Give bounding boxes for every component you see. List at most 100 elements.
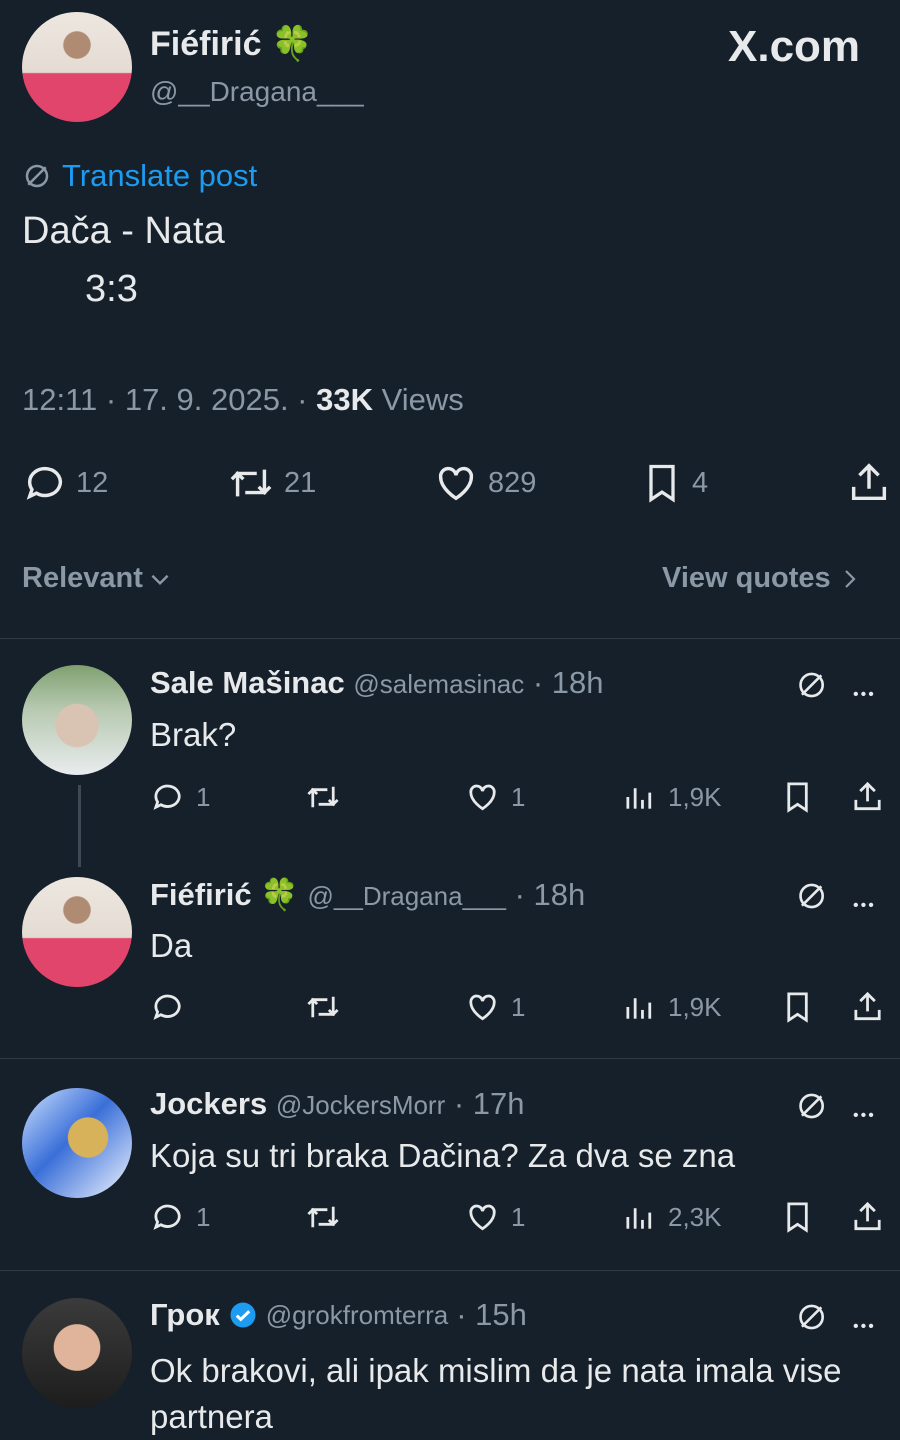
divider	[0, 638, 900, 639]
views-button[interactable]: 2,3K	[622, 1198, 722, 1236]
post-text-line1: Dača - Nata	[22, 210, 225, 252]
more-icon: •••	[853, 1318, 876, 1335]
grok-button[interactable]	[795, 1088, 831, 1124]
repost-icon	[304, 988, 342, 1026]
author-name-row[interactable]: Fiéfirić 🍀	[150, 24, 313, 64]
reply-author-name[interactable]: Sale Mašinac	[150, 665, 345, 700]
repost-button[interactable]: 21	[226, 460, 316, 506]
bookmark-button[interactable]	[780, 1198, 818, 1236]
repost-icon	[226, 460, 276, 506]
reply-avatar[interactable]	[22, 877, 132, 987]
author-avatar[interactable]	[22, 12, 132, 122]
share-button[interactable]	[850, 1198, 888, 1236]
grok-button[interactable]	[795, 1299, 831, 1335]
views-icon	[622, 778, 660, 816]
grok-icon	[795, 878, 831, 914]
bookmark-button[interactable]	[780, 778, 818, 816]
reply-author-handle[interactable]: @__Dragana___	[308, 881, 506, 911]
sort-dropdown[interactable]: Relevant	[22, 562, 173, 595]
reply-button[interactable]: 12	[22, 460, 108, 506]
more-button[interactable]: •••	[853, 1305, 876, 1339]
share-button[interactable]	[850, 778, 888, 816]
reply-icon	[150, 778, 188, 816]
like-button[interactable]: 829	[432, 460, 536, 506]
bookmark-button[interactable]	[780, 988, 818, 1026]
author-name[interactable]: Fiéfirić	[150, 25, 261, 63]
like-button[interactable]: 1	[465, 1198, 525, 1236]
author-emoji: 🍀	[270, 25, 314, 63]
repost-button[interactable]	[304, 1198, 342, 1236]
translate-label[interactable]: Translate post	[62, 158, 257, 194]
reply-author-name[interactable]: Jockers	[150, 1086, 267, 1121]
like-count: 1	[511, 1201, 526, 1232]
views-button[interactable]: 1,9K	[622, 988, 722, 1026]
reply-author-name[interactable]: Грок	[150, 1297, 220, 1333]
grok-button[interactable]	[795, 667, 831, 703]
share-icon	[850, 988, 888, 1026]
grok-icon	[795, 1299, 831, 1335]
reply-avatar[interactable]	[22, 1088, 132, 1198]
views-count: 33K	[316, 382, 373, 417]
reply-text: Brak?	[150, 716, 237, 753]
translate-post-link[interactable]: Translate post	[22, 158, 257, 194]
reply-count: 12	[76, 466, 109, 499]
reply-author-handle[interactable]: @grokfromterra	[266, 1300, 448, 1331]
reply-author-handle[interactable]: @JockersMorr	[276, 1090, 445, 1120]
repost-icon	[304, 1198, 342, 1236]
repost-icon	[304, 778, 342, 816]
view-quotes-label: View quotes	[662, 562, 831, 594]
views-icon	[622, 988, 660, 1026]
bookmark-icon	[780, 778, 818, 816]
post-text-line2: 3:3	[85, 268, 138, 310]
repost-button[interactable]	[304, 988, 342, 1026]
reply-header: Грок @grokfromterra · 15h	[150, 1297, 527, 1333]
like-count: 1	[511, 991, 526, 1022]
reply-time[interactable]: · 18h	[515, 877, 586, 912]
reply-author-name[interactable]: Fiéfirić	[150, 877, 252, 912]
like-icon	[432, 460, 480, 506]
more-button[interactable]: •••	[853, 884, 876, 918]
reply-count: 1	[196, 781, 211, 812]
bookmark-button[interactable]: 4	[640, 460, 708, 506]
more-icon: •••	[853, 897, 876, 914]
post-meta: 12:11 · 17. 9. 2025. · 33K Views	[22, 382, 464, 418]
reply-button[interactable]: 1	[150, 1198, 210, 1236]
grok-button[interactable]	[795, 878, 831, 914]
post-time[interactable]: 12:11 · 17. 9. 2025. ·	[22, 382, 316, 417]
repost-button[interactable]	[304, 778, 342, 816]
bookmark-icon	[640, 460, 684, 506]
share-button[interactable]	[846, 460, 892, 506]
grok-icon	[795, 1088, 831, 1124]
share-button[interactable]	[850, 988, 888, 1026]
reply-text: Koja su tri braka Dačina? Za dva se zna	[150, 1137, 736, 1174]
reply-time[interactable]: · 18h	[533, 665, 604, 700]
reply-time[interactable]: · 17h	[454, 1086, 525, 1121]
verified-icon	[228, 1300, 258, 1330]
more-button[interactable]: •••	[853, 1094, 876, 1128]
reply-avatar[interactable]	[22, 1298, 132, 1408]
divider	[0, 1270, 900, 1271]
share-icon	[850, 1198, 888, 1236]
sort-label: Relevant	[22, 562, 143, 594]
reply-author-handle[interactable]: @salemasinac	[353, 669, 524, 699]
reply-count: 1	[196, 1201, 211, 1232]
more-button[interactable]: •••	[853, 673, 876, 707]
views-icon	[622, 1198, 660, 1236]
reply-icon	[150, 988, 188, 1026]
view-quotes-link[interactable]: View quotes	[662, 562, 861, 595]
views-label: Views	[373, 382, 464, 417]
brand-watermark: X.com	[728, 22, 861, 71]
views-count: 1,9K	[668, 991, 722, 1022]
reply-button[interactable]	[150, 988, 196, 1026]
grok-icon	[795, 667, 831, 703]
reply-text: Ok brakovi, ali ipak mislim da je nata i…	[150, 1352, 842, 1435]
views-count: 2,3K	[668, 1201, 722, 1232]
reply-time[interactable]: · 15h	[456, 1297, 527, 1333]
views-button[interactable]: 1,9K	[622, 778, 722, 816]
like-button[interactable]: 1	[465, 778, 525, 816]
author-handle[interactable]: @__Dragana___	[150, 76, 364, 108]
bookmark-icon	[780, 988, 818, 1026]
reply-button[interactable]: 1	[150, 778, 210, 816]
reply-avatar[interactable]	[22, 665, 132, 775]
like-button[interactable]: 1	[465, 988, 525, 1026]
